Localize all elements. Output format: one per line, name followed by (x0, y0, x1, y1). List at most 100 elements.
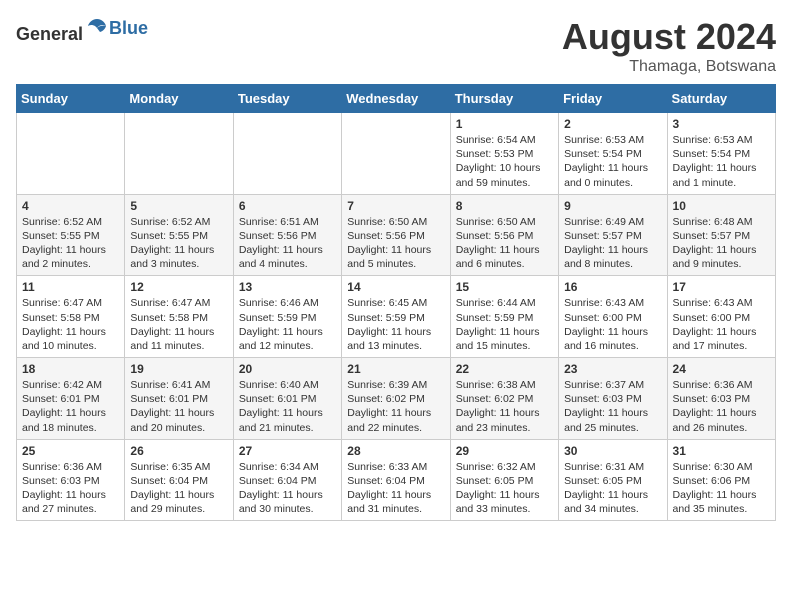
calendar-day-cell: 5Sunrise: 6:52 AMSunset: 5:55 PMDaylight… (125, 194, 233, 276)
day-number: 9 (564, 199, 661, 213)
day-info: Daylight: 11 hours and 29 minutes. (130, 488, 227, 516)
day-info: Sunset: 5:59 PM (347, 311, 444, 325)
day-number: 18 (22, 362, 119, 376)
title-block: August 2024 Thamaga, Botswana (562, 16, 776, 76)
logo-blue-text: Blue (109, 18, 148, 39)
day-info: Sunset: 5:56 PM (347, 229, 444, 243)
day-info: Sunrise: 6:30 AM (673, 460, 770, 474)
calendar-day-cell: 28Sunrise: 6:33 AMSunset: 6:04 PMDayligh… (342, 439, 450, 521)
day-info: Sunrise: 6:47 AM (22, 296, 119, 310)
calendar-day-cell: 1Sunrise: 6:54 AMSunset: 5:53 PMDaylight… (450, 113, 558, 195)
day-of-week-header: Tuesday (233, 85, 341, 113)
day-of-week-header: Friday (559, 85, 667, 113)
day-info: Sunset: 5:53 PM (456, 147, 553, 161)
day-info: Sunrise: 6:32 AM (456, 460, 553, 474)
day-info: Sunrise: 6:51 AM (239, 215, 336, 229)
day-info: Sunrise: 6:43 AM (564, 296, 661, 310)
calendar-day-cell: 23Sunrise: 6:37 AMSunset: 6:03 PMDayligh… (559, 358, 667, 440)
calendar-day-cell: 16Sunrise: 6:43 AMSunset: 6:00 PMDayligh… (559, 276, 667, 358)
calendar-header-row: SundayMondayTuesdayWednesdayThursdayFrid… (17, 85, 776, 113)
day-info: Sunrise: 6:47 AM (130, 296, 227, 310)
day-info: Sunrise: 6:53 AM (673, 133, 770, 147)
day-info: Daylight: 11 hours and 3 minutes. (130, 243, 227, 271)
day-info: Daylight: 11 hours and 10 minutes. (22, 325, 119, 353)
day-info: Daylight: 11 hours and 0 minutes. (564, 161, 661, 189)
day-info: Sunrise: 6:44 AM (456, 296, 553, 310)
day-number: 20 (239, 362, 336, 376)
day-info: Sunset: 5:56 PM (239, 229, 336, 243)
day-number: 28 (347, 444, 444, 458)
day-number: 31 (673, 444, 770, 458)
day-number: 10 (673, 199, 770, 213)
day-info: Sunset: 6:00 PM (564, 311, 661, 325)
calendar-day-cell: 9Sunrise: 6:49 AMSunset: 5:57 PMDaylight… (559, 194, 667, 276)
day-of-week-header: Wednesday (342, 85, 450, 113)
logo-text-general: General (16, 24, 83, 44)
day-number: 4 (22, 199, 119, 213)
day-info: Daylight: 11 hours and 30 minutes. (239, 488, 336, 516)
logo-general-text: General (16, 16, 109, 45)
calendar-day-cell (233, 113, 341, 195)
calendar-day-cell: 26Sunrise: 6:35 AMSunset: 6:04 PMDayligh… (125, 439, 233, 521)
day-info: Sunrise: 6:45 AM (347, 296, 444, 310)
day-info: Sunset: 6:01 PM (22, 392, 119, 406)
day-info: Sunset: 5:58 PM (130, 311, 227, 325)
day-number: 11 (22, 280, 119, 294)
day-number: 7 (347, 199, 444, 213)
calendar-day-cell: 12Sunrise: 6:47 AMSunset: 5:58 PMDayligh… (125, 276, 233, 358)
day-info: Sunrise: 6:52 AM (130, 215, 227, 229)
day-info: Daylight: 11 hours and 15 minutes. (456, 325, 553, 353)
day-info: Sunset: 5:57 PM (564, 229, 661, 243)
day-of-week-header: Thursday (450, 85, 558, 113)
day-info: Sunset: 5:55 PM (22, 229, 119, 243)
calendar-day-cell: 3Sunrise: 6:53 AMSunset: 5:54 PMDaylight… (667, 113, 775, 195)
day-info: Daylight: 11 hours and 34 minutes. (564, 488, 661, 516)
day-info: Sunset: 6:01 PM (239, 392, 336, 406)
day-of-week-header: Monday (125, 85, 233, 113)
calendar-week-row: 25Sunrise: 6:36 AMSunset: 6:03 PMDayligh… (17, 439, 776, 521)
day-info: Sunrise: 6:38 AM (456, 378, 553, 392)
day-info: Sunset: 5:59 PM (456, 311, 553, 325)
day-info: Sunset: 5:59 PM (239, 311, 336, 325)
calendar-day-cell: 17Sunrise: 6:43 AMSunset: 6:00 PMDayligh… (667, 276, 775, 358)
day-info: Sunrise: 6:48 AM (673, 215, 770, 229)
calendar-day-cell (125, 113, 233, 195)
day-info: Daylight: 11 hours and 11 minutes. (130, 325, 227, 353)
day-info: Sunset: 6:02 PM (347, 392, 444, 406)
calendar-day-cell: 7Sunrise: 6:50 AMSunset: 5:56 PMDaylight… (342, 194, 450, 276)
day-number: 19 (130, 362, 227, 376)
day-number: 1 (456, 117, 553, 131)
calendar-day-cell: 4Sunrise: 6:52 AMSunset: 5:55 PMDaylight… (17, 194, 125, 276)
day-info: Sunset: 5:56 PM (456, 229, 553, 243)
day-info: Sunset: 6:04 PM (130, 474, 227, 488)
calendar-day-cell: 29Sunrise: 6:32 AMSunset: 6:05 PMDayligh… (450, 439, 558, 521)
day-info: Sunrise: 6:50 AM (456, 215, 553, 229)
day-info: Daylight: 11 hours and 4 minutes. (239, 243, 336, 271)
calendar-day-cell: 19Sunrise: 6:41 AMSunset: 6:01 PMDayligh… (125, 358, 233, 440)
day-info: Sunset: 6:02 PM (456, 392, 553, 406)
day-info: Daylight: 11 hours and 22 minutes. (347, 406, 444, 434)
day-number: 13 (239, 280, 336, 294)
day-info: Sunrise: 6:33 AM (347, 460, 444, 474)
day-info: Daylight: 11 hours and 27 minutes. (22, 488, 119, 516)
day-number: 21 (347, 362, 444, 376)
day-number: 24 (673, 362, 770, 376)
day-info: Sunrise: 6:54 AM (456, 133, 553, 147)
day-info: Daylight: 11 hours and 31 minutes. (347, 488, 444, 516)
day-info: Daylight: 11 hours and 6 minutes. (456, 243, 553, 271)
day-info: Sunset: 6:05 PM (564, 474, 661, 488)
day-number: 5 (130, 199, 227, 213)
day-info: Daylight: 11 hours and 8 minutes. (564, 243, 661, 271)
day-info: Sunrise: 6:41 AM (130, 378, 227, 392)
day-info: Daylight: 11 hours and 35 minutes. (673, 488, 770, 516)
day-info: Sunrise: 6:36 AM (22, 460, 119, 474)
calendar-day-cell: 14Sunrise: 6:45 AMSunset: 5:59 PMDayligh… (342, 276, 450, 358)
calendar-day-cell: 15Sunrise: 6:44 AMSunset: 5:59 PMDayligh… (450, 276, 558, 358)
calendar-week-row: 11Sunrise: 6:47 AMSunset: 5:58 PMDayligh… (17, 276, 776, 358)
calendar-week-row: 18Sunrise: 6:42 AMSunset: 6:01 PMDayligh… (17, 358, 776, 440)
day-info: Sunset: 6:00 PM (673, 311, 770, 325)
day-info: Daylight: 11 hours and 21 minutes. (239, 406, 336, 434)
day-of-week-header: Saturday (667, 85, 775, 113)
day-info: Sunset: 6:04 PM (239, 474, 336, 488)
day-info: Sunrise: 6:31 AM (564, 460, 661, 474)
